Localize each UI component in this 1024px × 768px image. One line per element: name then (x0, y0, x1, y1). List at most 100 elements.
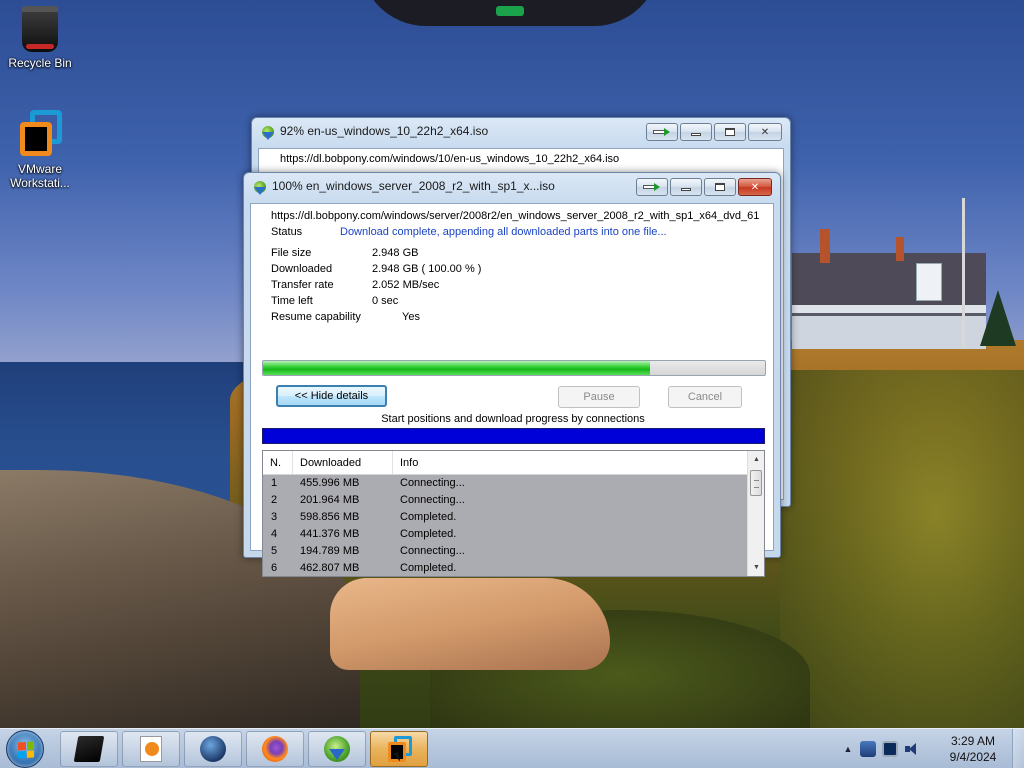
table-row[interactable]: 4 441.376 MB Completed. (263, 526, 748, 543)
maximize-button[interactable] (704, 178, 736, 196)
display-icon[interactable] (882, 741, 898, 757)
cell-number: 1 (271, 477, 278, 489)
cell-info: Connecting... (400, 545, 465, 557)
wallpaper-house (792, 229, 986, 349)
file-size-value: 2.948 GB (372, 247, 419, 259)
desktop-icon-recycle-bin[interactable]: Recycle Bin (0, 6, 80, 70)
column-header-number[interactable]: N. (263, 451, 293, 474)
cell-info: Connecting... (400, 477, 465, 489)
cell-info: Completed. (400, 511, 457, 523)
window-title: 92% en-us_windows_10_22h2_x64.iso (280, 124, 489, 138)
resume-capability-label: Resume capability (271, 311, 361, 323)
download-window-server-2008[interactable]: 100% en_windows_server_2008_r2_with_sp1_… (243, 172, 781, 577)
minimize-button[interactable] (670, 178, 702, 196)
download-url: https://dl.bobpony.com/windows/10/en-us_… (280, 153, 620, 165)
scroll-up-arrow-icon[interactable]: ▲ (748, 451, 764, 468)
download-progress-bar (262, 360, 766, 376)
cell-downloaded: 201.964 MB (300, 494, 360, 506)
desktop-icon-label: VMware Workstati... (10, 162, 70, 190)
show-desktop-button[interactable] (1012, 729, 1024, 768)
status-label: Status (271, 226, 303, 238)
clock-time: 3:29 AM (950, 734, 996, 748)
table-row[interactable]: 5 194.789 MB Connecting... (263, 543, 748, 560)
cell-info: Completed. (400, 528, 457, 540)
maximize-icon (725, 128, 735, 136)
connections-progress-bar (262, 428, 765, 444)
cell-downloaded: 455.996 MB (300, 477, 360, 489)
downloaded-label: Downloaded (271, 263, 333, 275)
minimize-icon (691, 132, 701, 136)
connections-table[interactable]: N. Downloaded Info 1 455.996 MB Connecting… (262, 450, 765, 577)
taskbar-button-idm[interactable] (308, 731, 366, 767)
table-row[interactable]: 6 462.807 MB Completed. (263, 560, 748, 576)
taskbar-button-virtualbox[interactable] (60, 731, 118, 767)
arrow-right-icon (653, 128, 671, 136)
close-button[interactable]: ✕ (738, 178, 772, 196)
wallpaper-big-rock (330, 578, 610, 670)
desktop-icon-vmware-workstation[interactable]: VMware Workstati... (0, 110, 80, 190)
recycle-bin-icon (22, 6, 58, 52)
desktop-icon-label: Recycle Bin (8, 56, 72, 70)
desktop-gadget[interactable] (360, 0, 660, 26)
cell-downloaded: 598.856 MB (300, 511, 360, 523)
close-icon: ✕ (760, 126, 770, 138)
table-scrollbar[interactable]: ▲ ▼ (747, 451, 764, 576)
scroll-down-arrow-icon[interactable]: ▼ (748, 559, 764, 576)
idm-download-icon (252, 181, 268, 195)
network-icon[interactable] (860, 741, 876, 757)
window-title: 100% en_windows_server_2008_r2_with_sp1_… (272, 179, 555, 193)
globe-icon (200, 736, 226, 762)
taskbar-button-firefox[interactable] (246, 731, 304, 767)
arrow-right-icon (643, 183, 661, 191)
window-titlebar[interactable]: 100% en_windows_server_2008_r2_with_sp1_… (244, 173, 780, 203)
cell-number: 2 (271, 494, 278, 506)
time-left-value: 0 sec (372, 295, 399, 307)
media-player-icon (140, 736, 162, 762)
column-header-info[interactable]: Info (393, 451, 748, 474)
table-row[interactable]: 3 598.856 MB Completed. (263, 509, 748, 526)
hide-details-button[interactable]: << Hide details (276, 385, 387, 407)
window-titlebar[interactable]: 92% en-us_windows_10_22h2_x64.iso ✕ (252, 118, 790, 148)
cell-downloaded: 441.376 MB (300, 528, 360, 540)
close-icon: ✕ (750, 181, 760, 193)
scroll-thumb[interactable] (750, 470, 762, 496)
taskbar-button-globe[interactable] (184, 731, 242, 767)
clock-date: 9/4/2024 (949, 750, 997, 764)
downloaded-value: 2.948 GB ( 100.00 % ) (372, 263, 482, 275)
time-left-label: Time left (271, 295, 313, 307)
vmware-workstation-icon (18, 110, 62, 158)
table-body: 1 455.996 MB Connecting... 2 201.964 MB Conne… (263, 475, 748, 576)
minimize-button[interactable] (680, 123, 712, 141)
cell-downloaded: 194.789 MB (300, 545, 360, 557)
cell-number: 3 (271, 511, 278, 523)
cell-info: Connecting... (400, 494, 465, 506)
pause-button[interactable]: Pause (558, 386, 640, 408)
transfer-rate-label: Transfer rate (271, 279, 334, 291)
send-to-background-button[interactable] (646, 123, 678, 141)
table-header: N. Downloaded Info (263, 451, 748, 475)
close-button[interactable]: ✕ (748, 123, 782, 141)
resume-capability-value: Yes (402, 311, 420, 323)
cell-number: 4 (271, 528, 278, 540)
table-row[interactable]: 1 455.996 MB Connecting... (263, 475, 748, 492)
table-row[interactable]: 2 201.964 MB Connecting... (263, 492, 748, 509)
status-value: Download complete, appending all downloa… (340, 226, 667, 238)
windows-logo-icon (18, 741, 34, 759)
start-button[interactable] (6, 730, 44, 768)
cell-downloaded: 462.807 MB (300, 562, 360, 574)
cancel-button[interactable]: Cancel (668, 386, 742, 408)
download-progress-fill (263, 361, 650, 375)
idm-download-icon (260, 126, 276, 140)
volume-icon[interactable] (904, 741, 920, 757)
internet-download-manager-icon (324, 736, 350, 762)
send-to-background-button[interactable] (636, 178, 668, 196)
show-hidden-icons-icon[interactable]: ▲ (842, 744, 854, 754)
maximize-button[interactable] (714, 123, 746, 141)
cell-number: 6 (271, 562, 278, 574)
firefox-icon (262, 736, 288, 762)
taskbar: ▲ 3:29 AM 9/4/2024 (0, 728, 1024, 768)
taskbar-button-media-player[interactable] (122, 731, 180, 767)
column-header-downloaded[interactable]: Downloaded (293, 451, 393, 474)
connections-caption: Start positions and download progress by… (381, 413, 645, 425)
taskbar-clock[interactable]: 3:29 AM 9/4/2024 (938, 733, 1008, 765)
